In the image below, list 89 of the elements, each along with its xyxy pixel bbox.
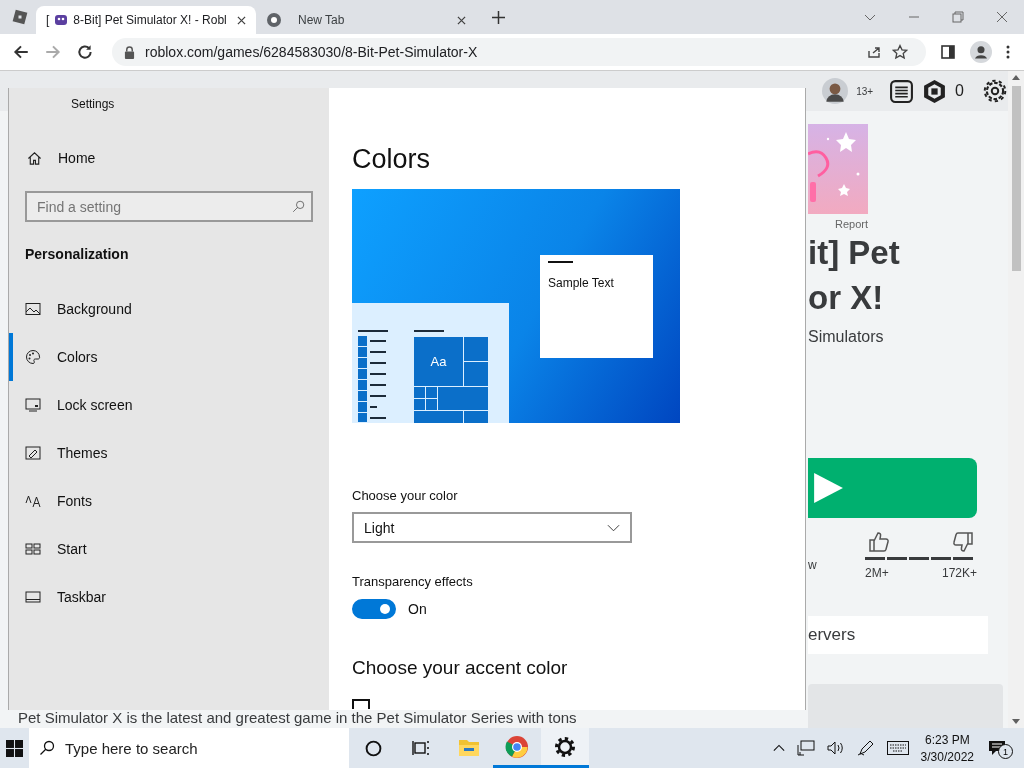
live-tile: Aa bbox=[414, 337, 463, 386]
profile-icon[interactable] bbox=[970, 41, 992, 63]
sidebar-icon[interactable] bbox=[940, 44, 956, 60]
nav-item[interactable]: Start bbox=[9, 525, 321, 573]
close-icon[interactable] bbox=[237, 15, 246, 25]
browser-tab[interactable]: [ 8-Bit] Pet Simulator X! - Robl bbox=[36, 6, 256, 34]
star-icon[interactable] bbox=[892, 44, 908, 60]
search-icon bbox=[39, 740, 55, 756]
lock-icon bbox=[124, 45, 135, 59]
search-field[interactable]: Find a setting bbox=[25, 191, 313, 222]
share-icon[interactable] bbox=[866, 44, 882, 60]
field-label: Choose your color bbox=[352, 488, 458, 503]
cube-icon bbox=[12, 9, 28, 25]
scrollbar[interactable] bbox=[1008, 71, 1024, 728]
toggle-state: On bbox=[408, 601, 427, 617]
reload-icon[interactable] bbox=[76, 43, 94, 61]
circle-icon[interactable] bbox=[364, 739, 382, 757]
stat-label: w bbox=[808, 558, 818, 574]
page-heading: Colors bbox=[352, 144, 431, 175]
scroll-down-icon[interactable] bbox=[1012, 719, 1020, 724]
list-icon[interactable] bbox=[889, 78, 915, 104]
avatar-icon[interactable] bbox=[822, 78, 849, 104]
picture-icon bbox=[25, 301, 41, 317]
settings-icon[interactable] bbox=[982, 78, 1008, 104]
tiles-icon bbox=[25, 541, 41, 557]
game-title: or X! bbox=[808, 278, 884, 318]
creator-name[interactable]: Simulators bbox=[808, 328, 884, 346]
dislikes-count: 172K+ bbox=[941, 566, 977, 580]
pen-icon[interactable] bbox=[856, 740, 875, 756]
clock-date[interactable]: 3/30/2022 bbox=[920, 749, 974, 764]
speaker-icon[interactable] bbox=[826, 740, 845, 756]
keyboard-icon[interactable] bbox=[886, 741, 909, 755]
servers-tab[interactable]: ervers bbox=[808, 616, 988, 654]
back-icon[interactable] bbox=[12, 43, 30, 61]
thumbs-up-icon[interactable] bbox=[867, 530, 891, 554]
palette-icon bbox=[25, 349, 41, 365]
game-description: Pet Simulator X is the latest and greatest game in the Pet Simulator Series with tons bbox=[18, 709, 578, 726]
clock-time[interactable]: 6:23 PM bbox=[924, 732, 970, 747]
sample-window: Sample Text bbox=[540, 255, 653, 358]
gear-icon bbox=[553, 734, 577, 759]
network-icon[interactable] bbox=[796, 740, 815, 756]
chrome-icon bbox=[505, 734, 529, 759]
field-label: Transparency effects bbox=[352, 574, 473, 589]
nav-item[interactable]: Themes bbox=[9, 429, 321, 477]
age-label: 13+ bbox=[856, 85, 874, 97]
chrome-icon bbox=[266, 12, 282, 28]
robux-balance: 0 bbox=[955, 82, 964, 100]
play-icon bbox=[812, 472, 844, 504]
thumbs-down-icon[interactable] bbox=[951, 530, 975, 554]
nav-item[interactable]: Background bbox=[9, 285, 321, 333]
taskbar-app[interactable] bbox=[541, 728, 589, 768]
scroll-thumb[interactable] bbox=[1011, 86, 1021, 271]
section-heading: Choose your accent color bbox=[352, 657, 568, 679]
close-icon[interactable] bbox=[994, 9, 1010, 25]
chevron-up-icon[interactable] bbox=[772, 744, 785, 752]
hexagon-icon[interactable] bbox=[922, 78, 948, 104]
windows-icon[interactable] bbox=[6, 739, 23, 757]
section-heading: Personalization bbox=[25, 246, 129, 262]
new-tab-icon[interactable] bbox=[492, 10, 505, 24]
close-icon[interactable] bbox=[457, 15, 466, 25]
task-view-icon[interactable] bbox=[412, 740, 430, 756]
font-icon bbox=[25, 493, 41, 509]
menu-icon[interactable] bbox=[1006, 44, 1010, 60]
window-title: Settings bbox=[71, 97, 115, 111]
chevron-down-icon bbox=[607, 523, 620, 532]
color-mode-dropdown[interactable]: Light bbox=[352, 512, 632, 543]
report-link[interactable]: Report bbox=[835, 218, 869, 230]
notification-count: 1 bbox=[998, 744, 1013, 759]
taskbar-search-field[interactable]: Type here to search bbox=[29, 728, 349, 768]
home-icon bbox=[27, 150, 42, 166]
nav-item[interactable]: Taskbar bbox=[9, 573, 321, 621]
home-link[interactable]: Home bbox=[9, 145, 321, 171]
nav-item[interactable]: Fonts bbox=[9, 477, 321, 525]
scroll-up-icon[interactable] bbox=[1012, 75, 1020, 80]
brush-icon bbox=[25, 445, 41, 461]
browser-tab[interactable]: New Tab bbox=[256, 6, 476, 34]
game-title: it] Pet bbox=[808, 233, 900, 273]
nav-item[interactable]: Colors bbox=[9, 333, 321, 381]
likes-count: 2M+ bbox=[865, 566, 889, 580]
play-button[interactable] bbox=[808, 458, 977, 518]
restore-icon[interactable] bbox=[950, 9, 966, 25]
checkbox[interactable] bbox=[352, 699, 370, 709]
taskbar-icon bbox=[25, 589, 41, 605]
search-icon bbox=[292, 200, 305, 213]
monitor-icon bbox=[25, 397, 41, 413]
address-bar[interactable]: roblox.com/games/6284583030/8-Bit-Pet-Simulator-X bbox=[112, 38, 926, 66]
toggle-switch[interactable] bbox=[352, 599, 396, 619]
nav-item[interactable]: Lock screen bbox=[9, 381, 321, 429]
monster-icon bbox=[53, 12, 70, 28]
